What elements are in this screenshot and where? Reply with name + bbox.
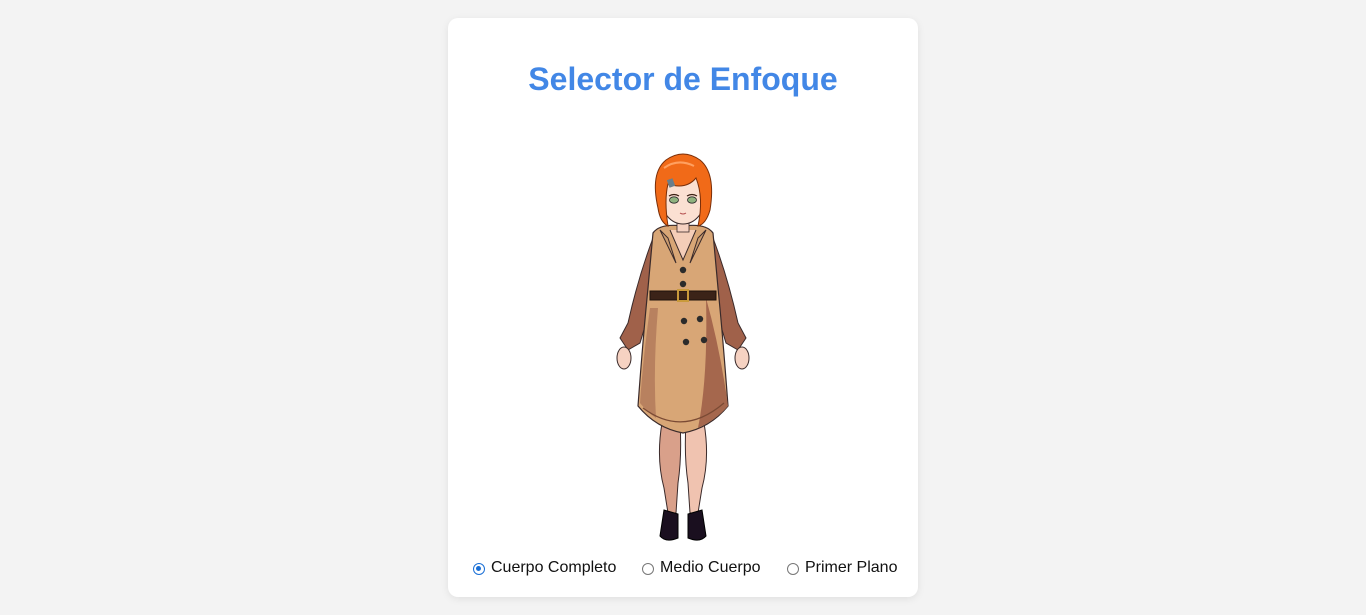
focus-radio-group: Cuerpo Completo Medio Cuerpo Primer Plan… bbox=[448, 557, 918, 579]
radio-button-checked[interactable] bbox=[473, 563, 485, 575]
radio-button[interactable] bbox=[787, 563, 799, 575]
character-illustration bbox=[598, 138, 768, 543]
page-title: Selector de Enfoque bbox=[528, 61, 838, 97]
radio-option-close-up[interactable]: Primer Plano bbox=[787, 557, 897, 579]
radio-label-close-up: Primer Plano bbox=[805, 559, 898, 576]
radio-label-full-body: Cuerpo Completo bbox=[491, 559, 617, 576]
radio-label-half-body: Medio Cuerpo bbox=[660, 559, 761, 576]
radio-button[interactable] bbox=[642, 563, 654, 575]
radio-option-half-body[interactable]: Medio Cuerpo bbox=[642, 557, 761, 579]
radio-option-full-body[interactable]: Cuerpo Completo bbox=[473, 557, 616, 579]
focus-selector-card: Selector de Enfoque Cuerpo Completo Medi… bbox=[448, 18, 918, 597]
